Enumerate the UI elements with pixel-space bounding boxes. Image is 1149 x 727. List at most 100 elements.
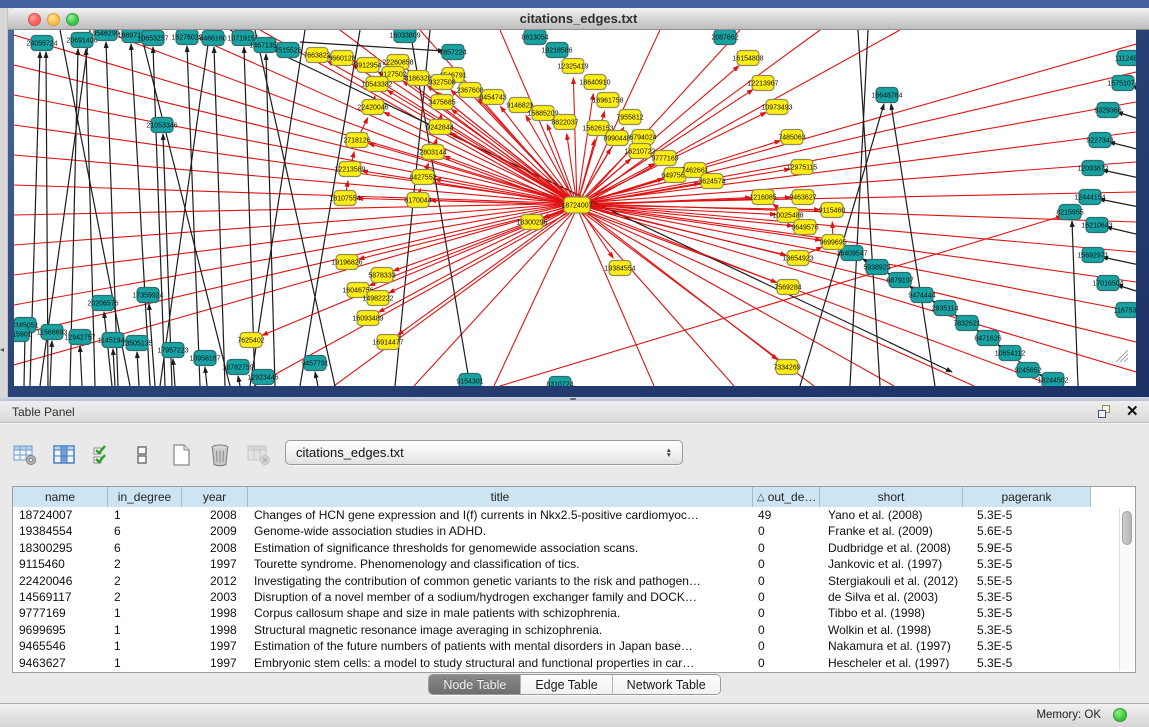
cell-pagerank: 5.3E-5 (963, 655, 1091, 671)
column-header-name[interactable]: name (13, 487, 108, 507)
graph-node-label: 13654923 (782, 256, 813, 263)
show-column-button[interactable] (49, 440, 79, 470)
cell-pagerank: 5.3E-5 (963, 605, 1091, 621)
table-scrollbar[interactable] (1119, 508, 1134, 671)
create-new-table-button[interactable] (166, 440, 196, 470)
table-row[interactable]: 1872400712008Changes of HCN gene express… (13, 507, 1135, 523)
graph-node-label: 6794024 (629, 135, 656, 142)
graph-node-label: 12213589 (334, 167, 365, 174)
cell-title: Structural magnetic resonance image aver… (248, 622, 753, 638)
cell-short: Dudbridge et al. (2008) (820, 540, 963, 556)
graph-node-label: 12942757 (64, 335, 95, 342)
resize-grip-icon[interactable] (1112, 348, 1128, 362)
window-top-border (0, 0, 1149, 8)
column-header-in_degree[interactable]: in_degree (108, 487, 182, 507)
graph-node-label: 14982222 (362, 296, 393, 303)
graph-node-label: 20206576 (87, 301, 118, 308)
cell-title: Estimation of significance thresholds fo… (248, 540, 753, 556)
scrollbar-thumb[interactable] (1122, 511, 1132, 545)
graph-node-label: 3624574 (698, 179, 725, 186)
cell-title: Investigating the contribution of common… (248, 573, 753, 589)
graph-node-label: 8427552 (409, 175, 436, 182)
cell-out_de: 0 (753, 589, 820, 605)
cell-in_degree: 1 (108, 622, 182, 638)
table-tabs: Node TableEdge TableNetwork Table (428, 674, 720, 695)
tab-edge-table[interactable]: Edge Table (521, 675, 612, 694)
graph-node-label: 9115460 (819, 208, 846, 215)
graph-node-label: 2718126 (343, 138, 370, 145)
graph-node-label: 2803144 (419, 150, 446, 157)
table-row[interactable]: 946362711997Embryonic stem cells: a mode… (13, 655, 1135, 671)
table-row[interactable]: 1830029562008Estimation of significance … (13, 540, 1135, 556)
header-filler (1091, 487, 1135, 507)
close-panel-icon[interactable]: ✕ (1126, 403, 1139, 421)
cell-name: 18300295 (13, 540, 108, 556)
row-height-options-button[interactable] (127, 440, 157, 470)
graph-node-label: 22260858 (382, 60, 413, 67)
cell-pagerank: 5.3E-5 (963, 589, 1091, 605)
graph-node-label: 9463627 (789, 195, 816, 202)
cell-in_degree: 1 (108, 507, 182, 523)
graph-node-label: 10654112 (995, 351, 1026, 358)
column-header-title[interactable]: title (248, 487, 753, 507)
table-row[interactable]: 946554611997Estimation of the future num… (13, 638, 1135, 654)
graph-node-label: 10543382 (361, 82, 392, 89)
graph-node-label: 8990448 (603, 136, 630, 143)
graph-node-label: 15751074 (1107, 81, 1136, 88)
delete-table-button[interactable] (205, 440, 235, 470)
graph-node-label: 21053346 (146, 123, 177, 130)
network-window-titlebar[interactable]: citations_edges.txt (8, 8, 1149, 30)
tab-node-table[interactable]: Node Table (429, 675, 521, 694)
cell-pagerank: 5.3E-5 (963, 507, 1091, 523)
graph-node-label: 7515526 (274, 48, 301, 55)
graph-node-label: 16210722 (624, 149, 655, 156)
graph-node-label: 7625402 (237, 338, 264, 345)
cell-year: 2003 (182, 589, 248, 605)
cell-title: Disruption of a novel member of a sodium… (248, 589, 753, 605)
cell-name: 9463627 (13, 655, 108, 671)
graph-node-label: 16033809 (389, 33, 420, 40)
table-selector-dropdown[interactable]: citations_edges.txt ▲▼ (285, 440, 683, 465)
cell-pagerank: 5.3E-5 (963, 556, 1091, 572)
graph-node-label: 17957223 (157, 348, 188, 355)
network-canvas[interactable]: 2405572420691406954629918897114106532571… (14, 30, 1136, 386)
cell-in_degree: 1 (108, 638, 182, 654)
graph-node-label: 16648784 (871, 93, 902, 100)
select-visible-columns-button[interactable] (88, 440, 118, 470)
table-row[interactable]: 911546021997Tourette syndrome. Phenomeno… (13, 556, 1135, 572)
table-panel-title: Table Panel (12, 405, 75, 419)
table-settings-button[interactable] (10, 440, 40, 470)
table-row[interactable]: 2242004622012Investigating the contribut… (13, 573, 1135, 589)
graph-node-label: 12975115 (787, 165, 818, 172)
float-panel-icon[interactable] (1098, 405, 1113, 419)
table-header-row: namein_degreeyeartitle△out_de…shortpager… (13, 487, 1135, 507)
table-row[interactable]: 1938455462009Genome-wide association stu… (13, 523, 1135, 539)
graph-node-label: 9245652 (1014, 368, 1041, 375)
table-row[interactable]: 1456911722003Disruption of a novel membe… (13, 589, 1135, 605)
graph-node-label: 9146821 (506, 103, 533, 110)
column-header-short[interactable]: short (820, 487, 963, 507)
column-header-pagerank[interactable]: pagerank (963, 487, 1091, 507)
memory-status-indicator-icon (1113, 708, 1127, 722)
table-toolbar: f(x) citations_edges.txt ▲▼ (10, 438, 313, 472)
column-header-out_de[interactable]: △out_de… (753, 487, 820, 507)
left-panel-strip: ◂ (0, 8, 8, 400)
table-row[interactable]: 977716911998Corpus callosum shape and si… (13, 605, 1135, 621)
graph-node-label: 1216085 (749, 195, 776, 202)
column-header-year[interactable]: year (182, 487, 248, 507)
tab-network-table[interactable]: Network Table (613, 675, 720, 694)
collapse-west-arrow-icon[interactable]: ◂ (0, 346, 4, 354)
graph-node-label: 8813054 (521, 35, 548, 42)
graph-node-label: 16782759 (222, 365, 253, 372)
cell-name: 19384554 (13, 523, 108, 539)
graph-node-label: 9329366 (1094, 108, 1121, 115)
cell-year: 1998 (182, 622, 248, 638)
cell-name: 14569117 (13, 589, 108, 605)
delete-column-button[interactable] (244, 440, 274, 470)
table-row[interactable]: 969969511998Structural magnetic resonanc… (13, 622, 1135, 638)
graph-node-label: 16914477 (372, 340, 403, 347)
cell-short: Tibbo et al. (1998) (820, 605, 963, 621)
splitter-handle[interactable] (570, 398, 576, 400)
graph-node-label: 19196826 (331, 260, 362, 267)
graph-node-label: 10973493 (761, 105, 792, 112)
